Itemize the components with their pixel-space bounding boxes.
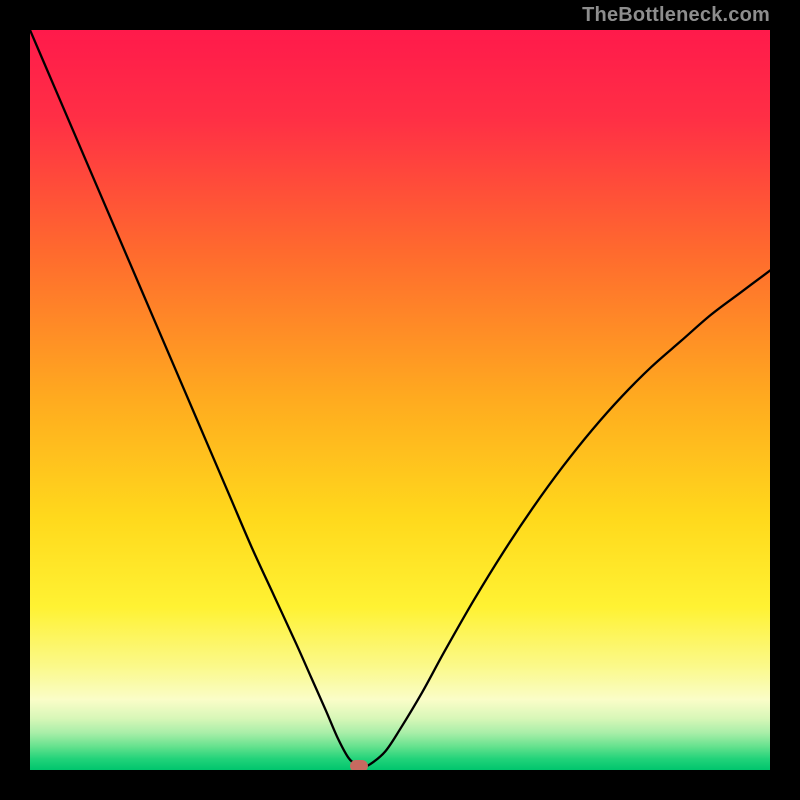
chart-frame: TheBottleneck.com	[0, 0, 800, 800]
gradient-background	[30, 30, 770, 770]
bottleneck-marker	[350, 760, 368, 770]
watermark-text: TheBottleneck.com	[582, 4, 770, 27]
plot-area	[30, 30, 770, 770]
